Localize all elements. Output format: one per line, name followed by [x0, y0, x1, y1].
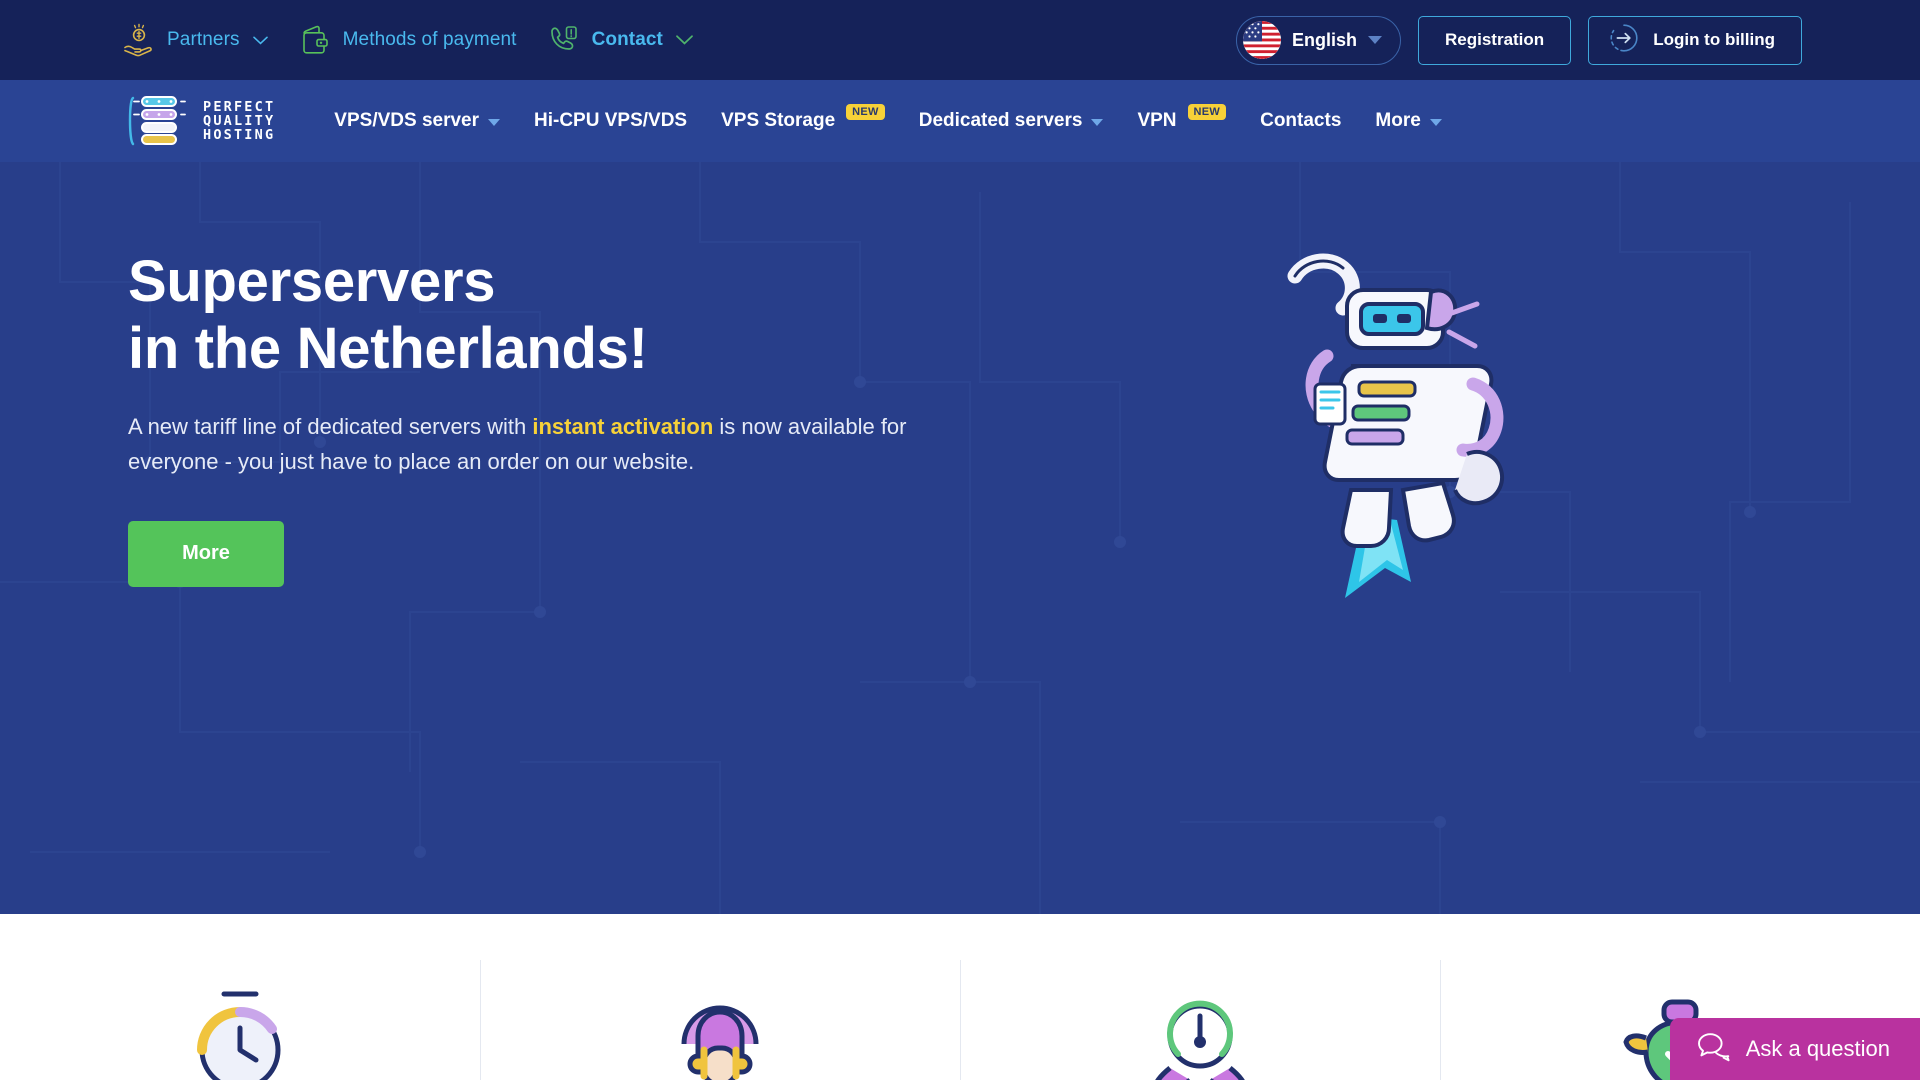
nav-item-label: Hi-CPU VPS/VDS: [534, 110, 688, 131]
nav-item-vpn[interactable]: VPN NEW: [1120, 80, 1243, 162]
nav-item-dedicated-servers[interactable]: Dedicated servers: [902, 80, 1121, 162]
hero-subtitle: A new tariff line of dedicated servers w…: [128, 409, 988, 480]
feature-item-uptime[interactable]: [0, 914, 480, 1080]
top-link-label: Partners: [167, 29, 240, 50]
top-actions-group: English Registration Login to billing: [1235, 15, 1802, 65]
new-badge: NEW: [1187, 104, 1227, 120]
hero-subtitle-highlight: instant activation: [532, 413, 714, 439]
support-agent-icon: [660, 976, 780, 1080]
ask-a-question-widget[interactable]: Ask a question: [1669, 1018, 1920, 1080]
hero-title-line-1: Superservers: [128, 249, 496, 314]
nav-item-more[interactable]: More: [1358, 80, 1458, 162]
hero-more-label: More: [182, 542, 230, 565]
hero-more-button[interactable]: More: [128, 520, 284, 587]
nav-item-vps-storage[interactable]: VPS Storage NEW: [704, 80, 902, 162]
feature-item-speed[interactable]: [960, 914, 1440, 1080]
top-link-contact[interactable]: Contact: [547, 23, 693, 57]
hero-title-line-2: in the Netherlands!: [128, 316, 648, 382]
hero-content: Superservers in the Netherlands! A new t…: [128, 248, 988, 587]
chat-bubbles-icon: [1696, 1032, 1730, 1067]
clock-uptime-icon: [180, 976, 300, 1080]
nav-item-label: VPN: [1137, 110, 1177, 131]
hero-carousel: Superservers in the Netherlands! A new t…: [0, 162, 1920, 914]
hand-coin-icon: [122, 23, 156, 57]
registration-label: Registration: [1445, 30, 1545, 49]
chevron-down-icon: [1368, 36, 1382, 44]
nav-item-label: More: [1375, 110, 1421, 131]
site-logo[interactable]: PERFECT QUALITY HOSTING: [126, 91, 275, 152]
chevron-down-icon: [252, 29, 268, 51]
chevron-down-icon: [488, 119, 500, 126]
chevron-down-icon: [676, 29, 693, 51]
wallet-icon: [298, 23, 332, 57]
server-logo-icon: [126, 91, 190, 152]
nav-item-vps-vds-server[interactable]: VPS/VDS server: [317, 80, 517, 162]
nav-item-label: VPS/VDS server: [334, 110, 479, 131]
feature-item-support[interactable]: [480, 914, 960, 1080]
top-link-partners[interactable]: Partners: [122, 23, 268, 57]
page-title: Superservers in the Netherlands!: [128, 248, 988, 383]
top-link-label: Contact: [591, 29, 663, 50]
top-link-methods-of-payment[interactable]: Methods of payment: [298, 23, 517, 57]
login-to-billing-button[interactable]: Login to billing: [1588, 15, 1802, 65]
logo-wordmark: PERFECT QUALITY HOSTING: [203, 100, 275, 142]
registration-button[interactable]: Registration: [1418, 15, 1572, 65]
language-selector[interactable]: English: [1235, 15, 1401, 65]
chevron-down-icon: [1091, 119, 1104, 126]
rocket-robot-illustration: [1235, 248, 1565, 608]
login-label: Login to billing: [1653, 30, 1775, 49]
language-label: English: [1291, 29, 1357, 50]
top-utility-bar: Partners Methods of payment Contact Engl…: [0, 0, 1920, 80]
us-flag-icon: [1242, 21, 1281, 59]
new-badge: NEW: [846, 104, 885, 120]
main-navigation-bar: PERFECT QUALITY HOSTING VPS/VDS server H…: [0, 80, 1920, 162]
nav-item-contacts[interactable]: Contacts: [1243, 80, 1358, 162]
phone-icon: [547, 23, 581, 57]
nav-item-hi-cpu-vps-vds[interactable]: Hi-CPU VPS/VDS: [517, 80, 704, 162]
speedometer-icon: [1140, 976, 1260, 1080]
nav-item-label: Dedicated servers: [918, 110, 1083, 131]
chat-label: Ask a question: [1745, 1036, 1890, 1061]
top-link-label: Methods of payment: [342, 29, 517, 50]
top-links-group: Partners Methods of payment Contact: [122, 23, 693, 57]
nav-items-group: VPS/VDS server Hi-CPU VPS/VDS VPS Storag…: [317, 80, 1459, 162]
hero-subtitle-pre: A new tariff line of dedicated servers w…: [128, 413, 533, 439]
logo-line-2: QUALITY: [203, 113, 276, 129]
logo-line-1: PERFECT: [203, 99, 276, 115]
features-strip: [0, 914, 1920, 1080]
login-arrow-icon: [1609, 23, 1639, 58]
nav-item-label: VPS Storage: [721, 110, 836, 131]
nav-item-label: Contacts: [1260, 110, 1342, 131]
logo-line-3: HOSTING: [203, 127, 276, 143]
chevron-down-icon: [1429, 119, 1442, 126]
